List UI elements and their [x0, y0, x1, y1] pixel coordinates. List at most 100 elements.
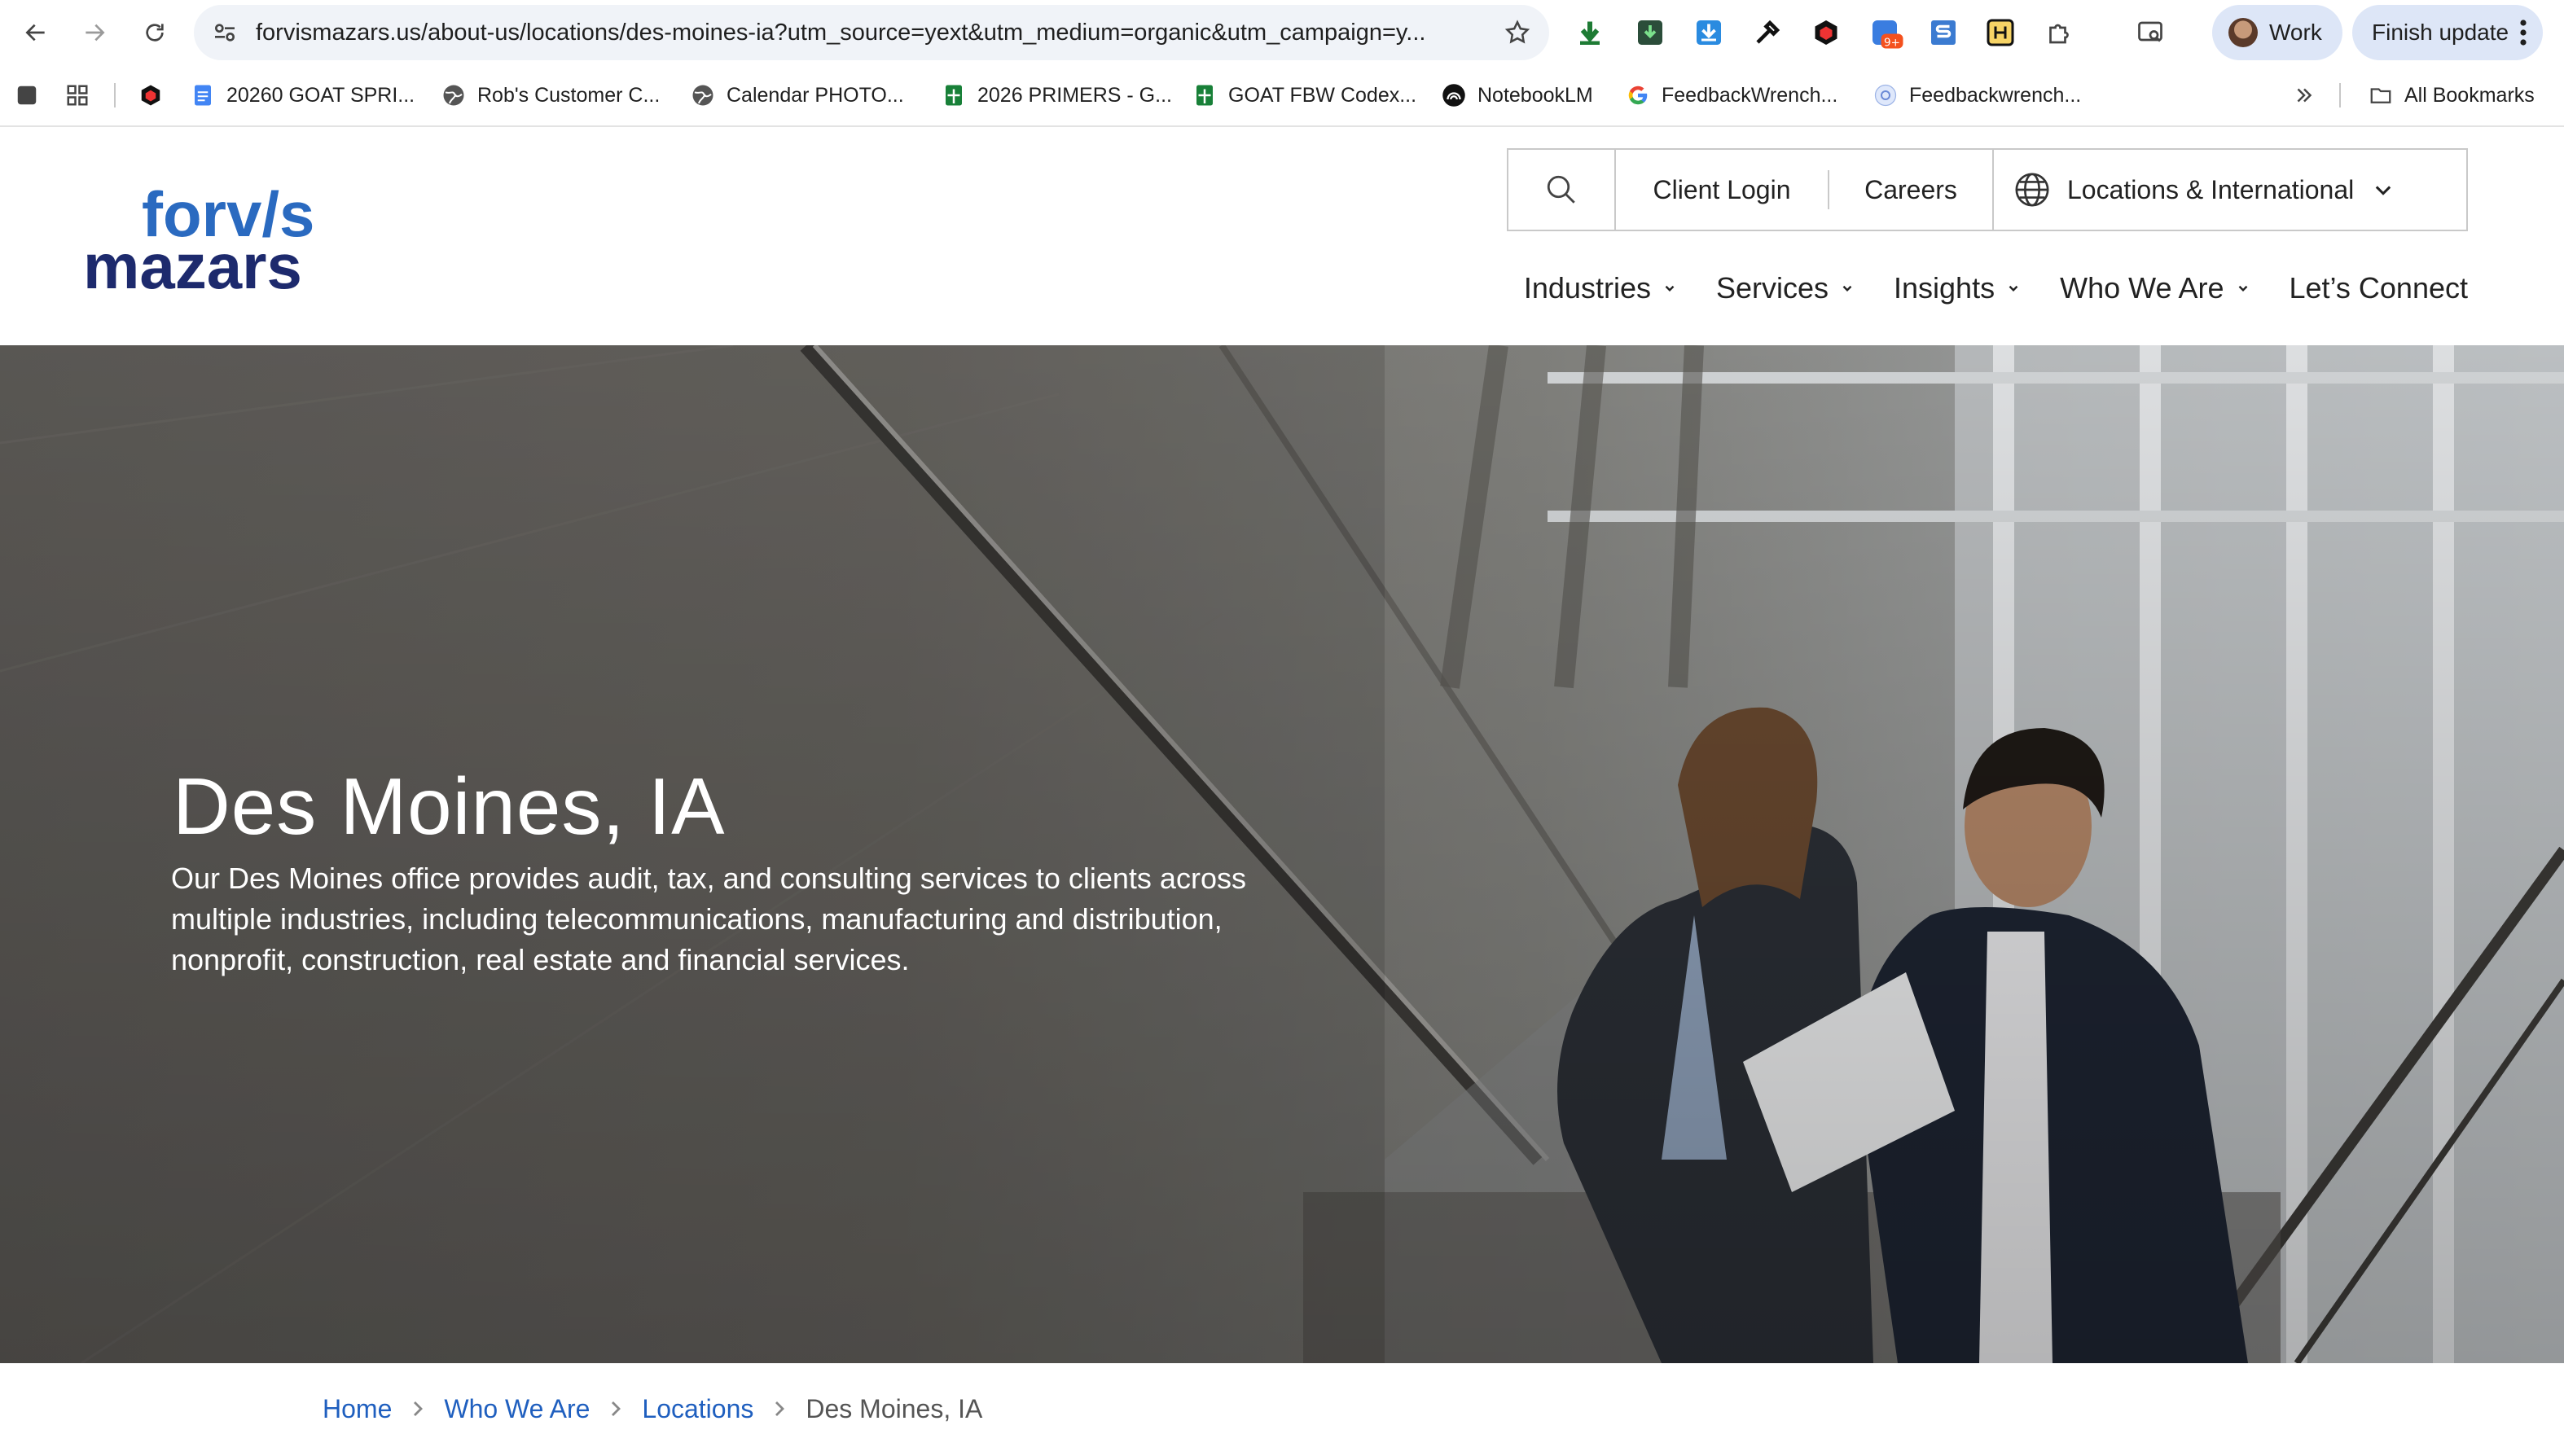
- back-arrow-icon: [25, 24, 45, 42]
- back-button[interactable]: [16, 13, 55, 52]
- globe-icon: [2015, 173, 2049, 207]
- all-bookmarks-button[interactable]: All Bookmarks: [2369, 65, 2535, 125]
- finish-update-button[interactable]: Finish update: [2352, 5, 2543, 60]
- nav-industries[interactable]: Industries: [1524, 271, 1677, 305]
- search-icon: [1547, 175, 1575, 204]
- bookmark-label: Rob's Customer C...: [477, 83, 661, 107]
- breadcrumb-home[interactable]: Home: [323, 1394, 392, 1424]
- bookmark-item-7[interactable]: FeedbackWrench...: [1626, 65, 1837, 125]
- chevron-down-icon: [1842, 285, 1852, 292]
- bookmark-label: Feedbackwrench...: [1909, 83, 2082, 107]
- extension-download-box-icon[interactable]: [1634, 16, 1666, 49]
- feedbackwrench-icon: [1874, 84, 1897, 107]
- bookmark-star-icon[interactable]: [1504, 19, 1531, 46]
- chevron-right-icon: [612, 1401, 621, 1416]
- forvis-mazars-logo[interactable]: forv/s mazars: [81, 179, 342, 301]
- extension-download-green-icon[interactable]: [1574, 16, 1606, 49]
- cube-icon: [141, 85, 160, 106]
- bookmark-label: 20260 GOAT SPRI...: [226, 83, 415, 107]
- extension-calendar-badge-icon[interactable]: 9+: [1868, 16, 1903, 50]
- bookmark-item-1[interactable]: 20260 GOAT SPRI...: [191, 65, 415, 125]
- bookmark-label: Calendar PHOTO...: [727, 83, 904, 107]
- bookmark-divider: [114, 83, 116, 107]
- chevron-down-icon: [2238, 285, 2247, 292]
- reload-icon: [146, 24, 164, 42]
- profile-button[interactable]: Work: [2212, 5, 2342, 60]
- bookmark-item-3[interactable]: Calendar PHOTO...: [691, 65, 904, 125]
- nav-label: Industries: [1523, 271, 1651, 305]
- bookmark-cube[interactable]: [138, 65, 174, 125]
- breadcrumb-current: Des Moines, IA: [806, 1393, 983, 1423]
- main-navigation: Industries Services Insights Who We Are …: [1485, 264, 2468, 313]
- update-label: Finish update: [2372, 20, 2509, 45]
- extension-cube-icon[interactable]: [1810, 16, 1842, 49]
- avatar: [2228, 18, 2258, 47]
- reading-mode-icon[interactable]: [2134, 16, 2167, 49]
- bookmark-app-square[interactable]: [15, 65, 50, 125]
- site-header: forv/s mazars Client Login Careers Locat…: [0, 127, 2564, 345]
- bookmark-item-8[interactable]: Feedbackwrench...: [1873, 65, 2081, 125]
- chevron-right-icon: [414, 1401, 424, 1416]
- nav-insights[interactable]: Insights: [1894, 271, 2021, 305]
- nav-label: Services: [1715, 271, 1829, 305]
- google-icon: [1628, 86, 1648, 105]
- bookmark-label: 2026 PRIMERS - G...: [977, 83, 1172, 107]
- more-bookmarks-button[interactable]: [2292, 65, 2328, 125]
- chevron-right-icon: [775, 1401, 785, 1416]
- site-settings-icon[interactable]: [212, 20, 238, 46]
- forward-arrow-icon: [86, 24, 105, 42]
- bookmarks-bar: 20260 GOAT SPRI... Rob's Customer C... C…: [0, 65, 2564, 127]
- locations-label: Locations & International: [2067, 174, 2355, 204]
- nav-lets-connect[interactable]: Let’s Connect: [2290, 271, 2468, 305]
- docs-icon: [195, 85, 211, 106]
- url-text[interactable]: forvismazars.us/about-us/locations/des-m…: [256, 5, 1494, 60]
- sheets-icon: [1196, 85, 1213, 106]
- site-search-button[interactable]: [1508, 150, 1616, 230]
- hero-photo: [0, 345, 2564, 1363]
- nav-services[interactable]: Services: [1716, 271, 1855, 305]
- more-menu-icon: [2520, 20, 2527, 46]
- bookmark-label: NotebookLM: [1477, 83, 1593, 107]
- bookmark-item-2[interactable]: Rob's Customer C...: [441, 65, 660, 125]
- breadcrumb-who-we-are[interactable]: Who We Are: [444, 1394, 590, 1424]
- nav-label: Let’s Connect: [2289, 271, 2468, 305]
- extension-download-blue-icon[interactable]: [1693, 16, 1725, 49]
- chevron-down-icon: [2375, 186, 2391, 195]
- chevron-down-icon: [1665, 285, 1675, 292]
- apps-grid-icon: [67, 85, 88, 106]
- extension-badge: 9+: [1884, 37, 1900, 50]
- utility-bar: Client Login Careers Locations & Interna…: [1507, 148, 2468, 231]
- browser-toolbar: forvismazars.us/about-us/locations/des-m…: [0, 0, 2564, 65]
- nav-label: Insights: [1894, 271, 1995, 305]
- chevron-down-icon: [2009, 285, 2018, 292]
- apps-grid-button[interactable]: [65, 65, 101, 125]
- sheets-icon: [946, 85, 962, 106]
- bookmark-item-5[interactable]: GOAT FBW Codex...: [1192, 65, 1416, 125]
- nav-who-we-are[interactable]: Who We Are: [2060, 271, 2250, 305]
- extension-eyedropper-icon[interactable]: [1751, 16, 1784, 49]
- all-bookmarks-label: All Bookmarks: [2404, 83, 2535, 107]
- globe-icon: [443, 85, 464, 106]
- bookmark-item-6[interactable]: NotebookLM: [1442, 65, 1593, 125]
- breadcrumb: Home Who We Are Locations Des Moines, IA: [323, 1384, 982, 1433]
- bookmark-item-4[interactable]: 2026 PRIMERS - G...: [942, 65, 1172, 125]
- bookmark-label: GOAT FBW Codex...: [1228, 83, 1417, 107]
- notebooklm-icon: [1442, 84, 1465, 107]
- extensions-puzzle-icon[interactable]: [2043, 16, 2075, 49]
- careers-link[interactable]: Careers: [1829, 150, 1992, 230]
- locations-international-dropdown[interactable]: Locations & International: [1992, 150, 2466, 230]
- address-bar[interactable]: forvismazars.us/about-us/locations/des-m…: [194, 5, 1549, 60]
- nav-label: Who We Are: [2060, 271, 2224, 305]
- breadcrumb-locations[interactable]: Locations: [642, 1394, 753, 1424]
- globe-icon: [692, 85, 713, 106]
- profile-label: Work: [2269, 20, 2322, 45]
- extension-s-icon[interactable]: [1927, 16, 1960, 49]
- reload-button[interactable]: [135, 13, 174, 52]
- extension-yellow-box-icon[interactable]: [1984, 16, 2017, 49]
- bookmark-label: FeedbackWrench...: [1662, 83, 1838, 107]
- double-chevron-icon: [2297, 88, 2312, 103]
- page-title: Des Moines, IA: [173, 761, 726, 851]
- client-login-link[interactable]: Client Login: [1616, 150, 1828, 230]
- app-square-icon: [17, 86, 37, 105]
- forward-button[interactable]: [75, 13, 114, 52]
